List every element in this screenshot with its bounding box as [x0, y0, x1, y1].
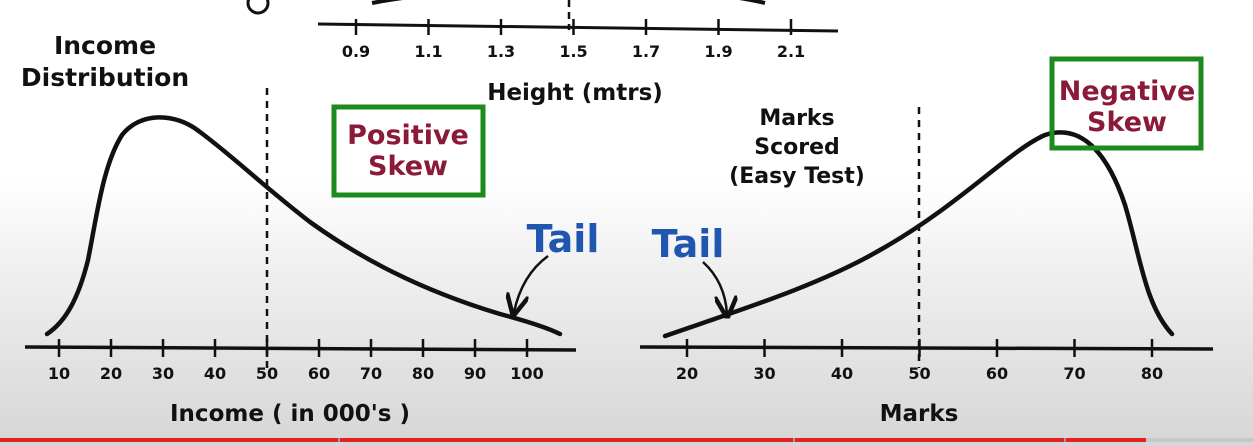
positive-skew-line2: Skew — [368, 151, 448, 182]
marks-axis-tick-label: 70 — [1063, 364, 1085, 383]
income-axis-tick-label: 100 — [510, 364, 543, 383]
income-title-line2: Distribution — [21, 63, 189, 92]
income-axis-title: Income ( in 000's ) — [170, 401, 410, 427]
marks-distribution: Marks Scored (Easy Test) Negative Skew T… — [639, 56, 1214, 427]
income-axis-tick-label: 30 — [152, 364, 174, 383]
income-axis-tick-label: 80 — [412, 364, 434, 383]
height-axis-tick-label: 1.3 — [487, 42, 515, 61]
income-axis-tick-label: 90 — [464, 364, 486, 383]
height-axis-tick-label: 1.1 — [414, 42, 442, 61]
chapter-marker — [1064, 438, 1066, 442]
height-distribution: 0.9 1.1 1.3 1.5 1.7 1.9 2.1 Height (mtrs) — [246, 0, 839, 106]
height-axis-tick-label: 1.7 — [632, 42, 660, 61]
marks-axis-title: Marks — [880, 401, 959, 427]
negative-skew-line2: Skew — [1087, 107, 1167, 138]
video-progress-played — [0, 438, 1147, 442]
marks-axis-tick-label: 80 — [1141, 364, 1163, 383]
height-axis-tick-label: 0.9 — [342, 42, 370, 61]
negative-skew-line1: Negative — [1059, 76, 1196, 107]
marks-axis-tick-label: 60 — [986, 364, 1008, 383]
marks-axis-tick-label: 40 — [831, 364, 853, 383]
video-progress-bar[interactable] — [0, 438, 1253, 442]
height-axis-title: Height (mtrs) — [487, 80, 663, 106]
marks-note-line2: Scored — [754, 135, 840, 160]
height-axis-tick-label: 1.9 — [704, 42, 732, 61]
positive-skew-line1: Positive — [347, 120, 469, 151]
marks-tail-label: Tail — [652, 222, 725, 266]
income-tail-label: Tail — [527, 217, 600, 261]
marks-tail-arrow — [702, 261, 727, 314]
marks-axis-tick-label: 50 — [908, 364, 930, 383]
income-axis-tick-label: 60 — [308, 364, 330, 383]
chapter-marker — [338, 438, 340, 442]
partial-marker-icon — [246, 0, 270, 15]
income-axis-tick-label: 20 — [100, 364, 122, 383]
income-axis-tick-label: 10 — [48, 364, 70, 383]
height-axis-tick-label: 1.5 — [559, 42, 587, 61]
marks-axis-tick-label: 20 — [676, 364, 698, 383]
income-axis-line — [24, 345, 577, 352]
income-title-line1: Income — [54, 31, 156, 60]
marks-note-line1: Marks — [759, 106, 834, 131]
marks-axis-tick-label: 30 — [753, 364, 775, 383]
marks-axis-line — [639, 345, 1214, 351]
income-tail-arrow — [514, 254, 549, 312]
skewness-illustration: 0.9 1.1 1.3 1.5 1.7 1.9 2.1 Height (mtrs) Inco… — [21, 0, 1214, 427]
income-axis-tick-label: 50 — [256, 364, 278, 383]
height-axis-tick-label: 2.1 — [777, 42, 805, 61]
income-axis-tick-label: 70 — [360, 364, 382, 383]
marks-note-line3: (Easy Test) — [729, 164, 865, 189]
chapter-marker — [793, 438, 795, 442]
income-axis-tick-label: 40 — [204, 364, 226, 383]
height-axis-line — [317, 22, 839, 33]
